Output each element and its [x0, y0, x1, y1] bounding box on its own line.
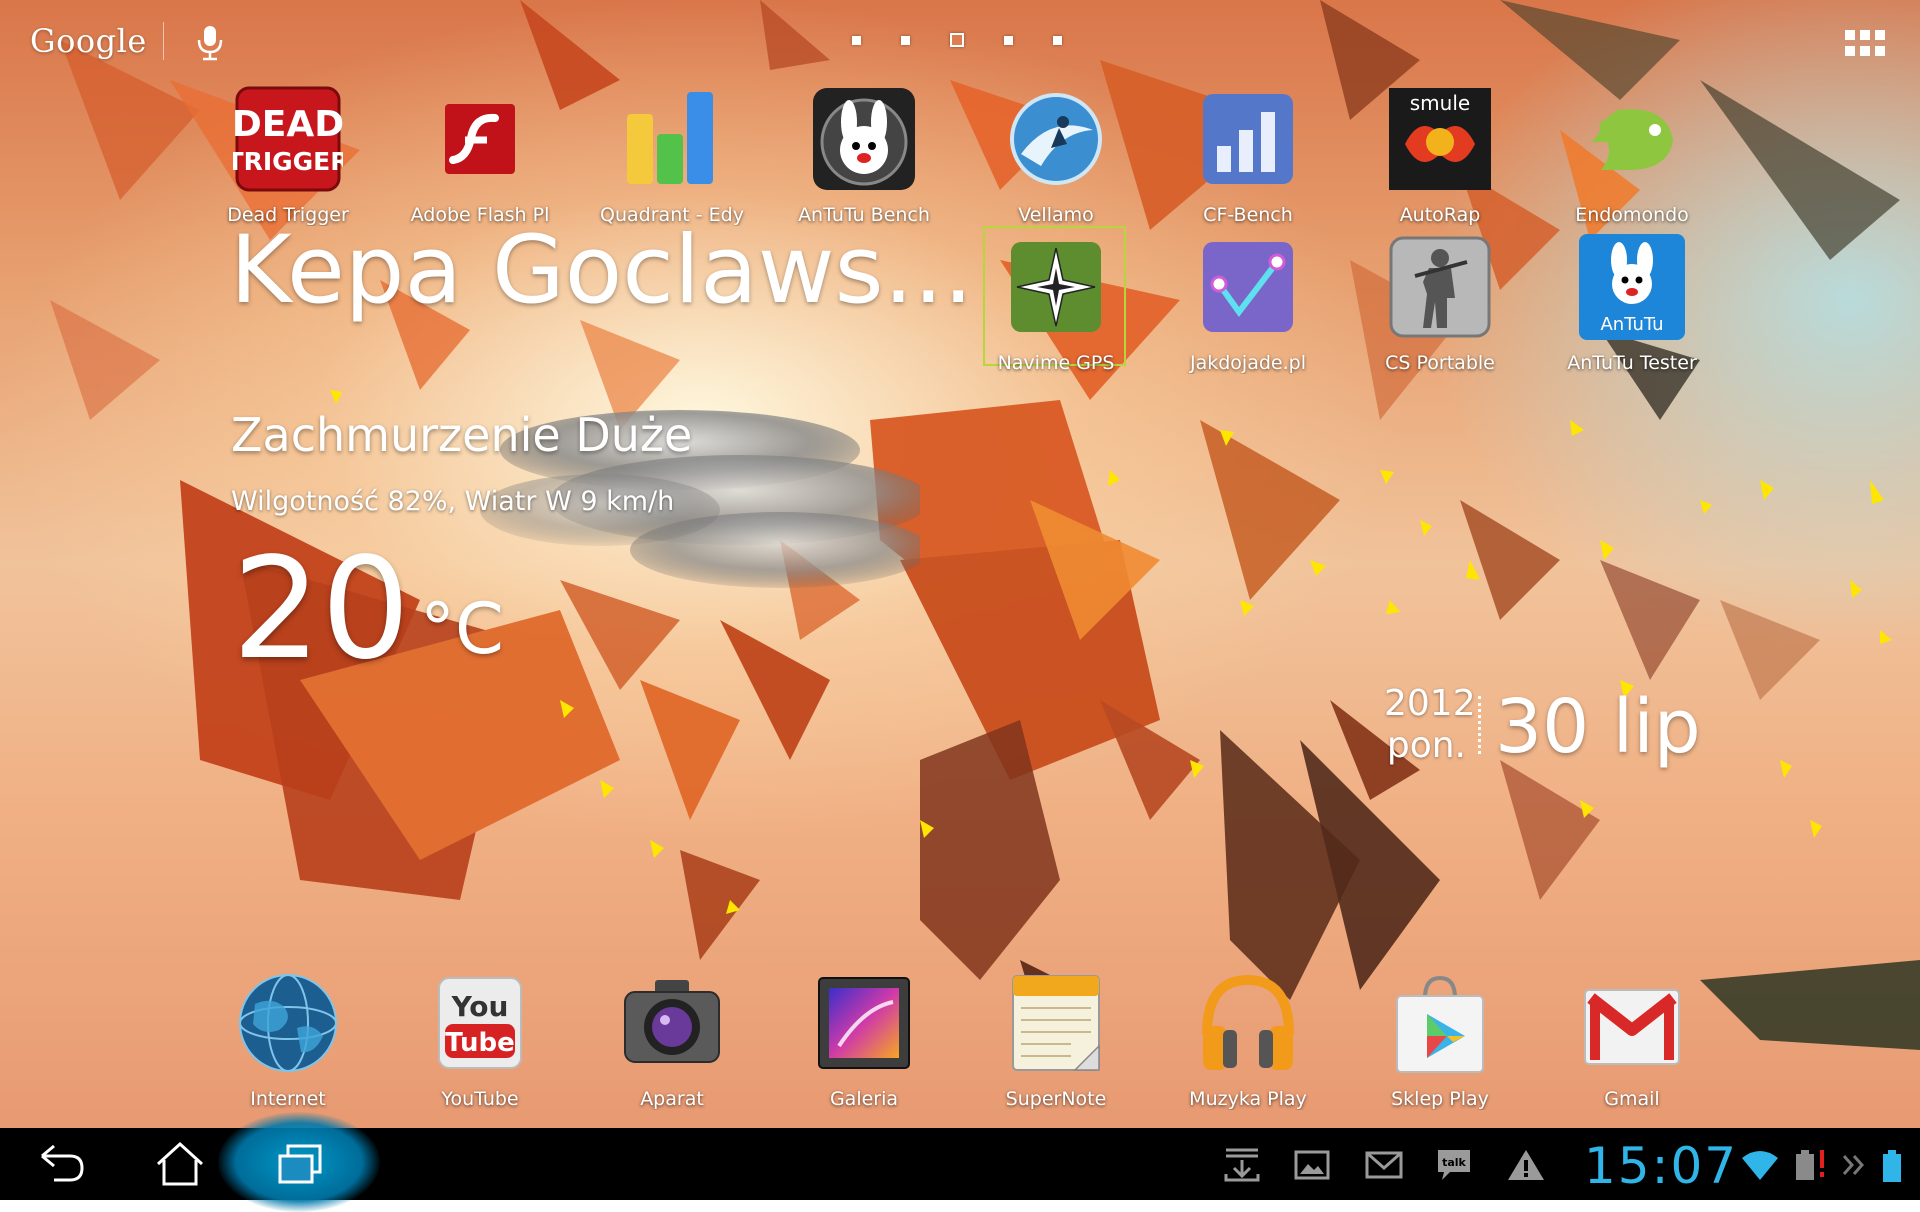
download-icon[interactable] [1222, 1146, 1262, 1184]
gmail-notification-icon[interactable] [1364, 1146, 1404, 1184]
app-navime-gps[interactable]: Navime GPS [966, 232, 1146, 374]
app-cf-bench[interactable]: CF-Bench [1158, 84, 1338, 226]
dock-camera[interactable]: Aparat [582, 968, 762, 1110]
app-label: Jakdojade.pl [1190, 352, 1306, 374]
date-year: 2012 [1384, 683, 1476, 724]
supernote-icon [1012, 975, 1100, 1071]
app-label: SuperNote [1005, 1088, 1107, 1110]
dock-youtube[interactable]: You Tube YouTube [390, 968, 570, 1110]
recent-apps-icon[interactable] [270, 1138, 330, 1190]
app-antutu-tester[interactable]: AnTuTu AnTuTu Tester [1542, 232, 1722, 374]
vellamo-icon [1010, 93, 1102, 185]
endomondo-icon [1591, 109, 1673, 170]
antutu-tester-icon-text: AnTuTu [1600, 314, 1663, 335]
app-antutu-bench[interactable]: AnTuTu Bench [774, 84, 954, 226]
home-icon[interactable] [150, 1138, 210, 1190]
talk-icon[interactable]: talk [1434, 1146, 1474, 1184]
app-label: YouTube [441, 1088, 519, 1110]
app-autorap[interactable]: smule AutoRap [1350, 84, 1530, 226]
dock-internet[interactable]: Internet [198, 968, 378, 1110]
antutu-tester-icon: AnTuTu [1579, 234, 1685, 340]
weather-temperature: 20 [232, 528, 411, 691]
wifi-icon[interactable] [1740, 1146, 1780, 1184]
status-clock[interactable]: 15:07 [1584, 1137, 1738, 1195]
page-dot[interactable] [1004, 35, 1013, 45]
gmail-icon [1584, 989, 1680, 1065]
dead-trigger-icon: DEAD TRIGGER [227, 86, 349, 192]
youtube-icon-text: You [451, 990, 509, 1023]
headphones-icon [1202, 974, 1294, 1070]
app-endomondo[interactable]: Endomondo [1542, 84, 1722, 226]
back-icon[interactable] [30, 1138, 90, 1190]
app-quadrant[interactable]: Quadrant - Edy [582, 84, 762, 226]
page-dot[interactable] [901, 35, 910, 45]
weather-condition: Zachmurzenie Duże [231, 408, 693, 462]
weather-unit: °C [420, 588, 504, 670]
youtube-icon-text: Tube [445, 1028, 515, 1058]
page-dot-current[interactable] [950, 33, 964, 47]
google-search-logo[interactable]: Google [30, 22, 147, 60]
app-vellamo[interactable]: Vellamo [966, 84, 1146, 226]
warning-icon[interactable] [1506, 1146, 1546, 1184]
app-label: Muzyka Play [1189, 1088, 1307, 1110]
autorap-icon-text: smule [1410, 91, 1470, 115]
screenshot-icon[interactable] [1292, 1146, 1332, 1184]
play-store-icon [1396, 975, 1484, 1073]
dock-play-music[interactable]: Muzyka Play [1158, 968, 1338, 1110]
dead-trigger-icon-text: DEAD [233, 104, 343, 145]
all-apps-icon[interactable] [1845, 30, 1885, 56]
talk-icon-text: talk [1442, 1156, 1466, 1169]
app-cs-portable[interactable]: CS Portable [1350, 232, 1530, 374]
app-adobe-flash[interactable]: Adobe Flash Pl [390, 84, 570, 226]
app-dead-trigger[interactable]: DEAD TRIGGER Dead Trigger [198, 84, 378, 226]
antutu-bench-icon [813, 88, 915, 190]
app-label: Endomondo [1575, 204, 1689, 226]
navime-gps-icon [1011, 242, 1101, 332]
dock-gmail[interactable]: Gmail [1542, 968, 1722, 1110]
microphone-icon[interactable] [193, 24, 227, 62]
top-divider [163, 22, 164, 60]
keyboard-dock-battery-icon[interactable] [1790, 1146, 1830, 1184]
dock-supernote[interactable]: SuperNote [966, 968, 1146, 1110]
cs-portable-icon [1389, 236, 1491, 338]
date-separator [1478, 696, 1481, 754]
dock-gallery[interactable]: Galeria [774, 968, 954, 1110]
jakdojade-icon [1203, 242, 1293, 332]
app-label: AnTuTu Tester [1567, 352, 1697, 374]
app-label: Vellamo [1018, 204, 1094, 226]
weather-location: Kepa Goclaws... [230, 216, 974, 325]
app-label: CF-Bench [1203, 204, 1293, 226]
quadrant-icon [627, 92, 713, 184]
youtube-icon: You Tube [438, 977, 522, 1069]
autorap-icon: smule [1389, 88, 1491, 190]
flash-icon [445, 104, 515, 174]
chevron-right-icon[interactable] [1836, 1146, 1876, 1184]
app-jakdojade[interactable]: Jakdojade.pl [1158, 232, 1338, 374]
dock-play-store[interactable]: Sklep Play [1350, 968, 1530, 1110]
app-label: AutoRap [1399, 204, 1481, 226]
app-label: Internet [250, 1088, 326, 1110]
gallery-icon [818, 977, 910, 1069]
page-dot[interactable] [852, 35, 861, 45]
date-day-month: 30 lip [1495, 684, 1701, 770]
battery-icon[interactable] [1872, 1146, 1912, 1184]
cf-bench-icon [1203, 94, 1293, 184]
page-indicator [852, 33, 1062, 47]
camera-icon [624, 980, 720, 1063]
page-dot[interactable] [1053, 35, 1062, 45]
app-label: CS Portable [1385, 352, 1495, 374]
app-label: Galeria [829, 1088, 899, 1110]
app-label: Gmail [1604, 1088, 1660, 1110]
app-label: Aparat [640, 1088, 704, 1110]
app-label: Sklep Play [1391, 1088, 1489, 1110]
dead-trigger-icon-text: TRIGGER [233, 147, 343, 176]
weather-details: Wilgotność 82%, Wiatr W 9 km/h [231, 486, 675, 517]
internet-globe-icon [239, 974, 337, 1072]
app-label: Navime GPS [997, 352, 1115, 374]
date-day-of-week: pon. [1386, 725, 1466, 766]
